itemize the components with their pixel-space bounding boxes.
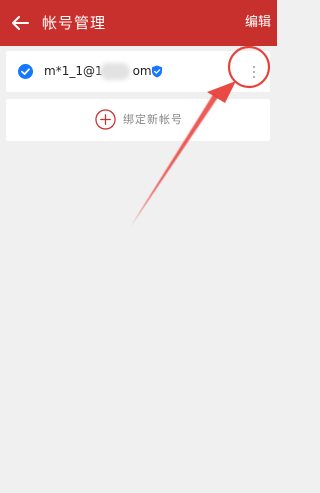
redacted-mask: [100, 63, 130, 80]
bind-new-account-label: 绑定新帐号: [123, 113, 183, 126]
more-dot: [253, 66, 255, 68]
plus-circle-icon: [95, 109, 116, 130]
shield-check-icon: [152, 65, 162, 78]
back-arrow-icon[interactable]: [8, 11, 32, 35]
check-circle-icon[interactable]: [18, 64, 33, 79]
more-dot: [253, 76, 255, 78]
more-vertical-icon[interactable]: [248, 62, 260, 82]
account-email-suffix: om: [132, 64, 152, 78]
account-email: m*1_1@1 om: [44, 63, 152, 80]
bind-new-account-button[interactable]: 绑定新帐号: [6, 99, 270, 141]
account-item[interactable]: m*1_1@1 om: [6, 51, 270, 92]
account-email-prefix: m*1_1@1: [44, 64, 103, 78]
page-title: 帐号管理: [42, 14, 107, 32]
more-dot: [253, 71, 255, 73]
edit-button[interactable]: 编辑: [245, 14, 271, 32]
app-header: 帐号管理 编辑: [0, 0, 277, 46]
